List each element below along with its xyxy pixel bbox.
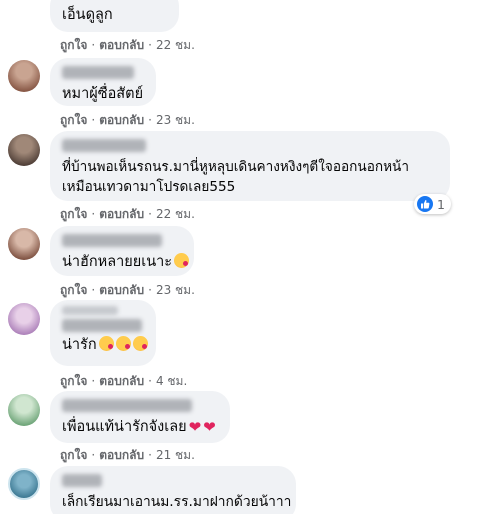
separator: · <box>148 113 152 127</box>
comment-text: เอ็นดูลูก <box>62 7 113 23</box>
separator: · <box>148 207 152 221</box>
kissing-face-icon <box>115 336 131 351</box>
comment-time[interactable]: 23 ชม. <box>156 113 195 127</box>
reaction-count[interactable]: 1 <box>414 194 451 214</box>
author-name[interactable] <box>62 306 118 315</box>
separator: · <box>148 283 152 297</box>
reply-button[interactable]: ตอบกลับ <box>99 113 144 127</box>
comment-text: เล็กเรียนมาเอานม.รร.มาฝากด้วยน้าาา <box>62 494 292 510</box>
comment-bubble: หมาผู้ซื่อสัตย์ <box>50 58 156 106</box>
comment-text-value: น่าฮักหลายยเนาะ <box>62 254 173 270</box>
comment-time[interactable]: 22 ชม. <box>156 207 195 221</box>
separator: · <box>91 38 96 52</box>
separator: · <box>148 448 152 462</box>
comment-bubble: ที่บ้านพอเห็นรถนร.มานี่หูหลุบเดินคางหงิง… <box>50 131 450 201</box>
comment-actions: ถูกใจ · ตอบกลับ · 23 ชม. <box>60 281 195 300</box>
comment-bubble: น่ารัก <box>50 300 156 366</box>
author-name[interactable] <box>62 66 134 79</box>
author-name[interactable] <box>62 234 162 247</box>
avatar[interactable] <box>8 228 40 260</box>
comment-time[interactable]: 4 ชม. <box>156 374 187 388</box>
comment-bubble: เล็กเรียนมาเอานม.รร.มาฝากด้วยน้าาา <box>50 466 296 514</box>
reply-button[interactable]: ตอบกลับ <box>99 283 144 297</box>
avatar[interactable] <box>8 60 40 92</box>
comment-text-value: น่ารัก <box>62 337 97 353</box>
avatar[interactable] <box>8 303 40 335</box>
author-name[interactable] <box>62 139 146 152</box>
comment-text-value: เพื่อนแท้น่ารักจังเลย <box>62 419 187 435</box>
separator: · <box>148 374 152 388</box>
comment-time[interactable]: 22 ชม. <box>156 38 195 52</box>
separator: · <box>91 207 96 221</box>
like-button[interactable]: ถูกใจ <box>60 207 87 221</box>
comment-text: ที่บ้านพอเห็นรถนร.มานี่หูหลุบเดินคางหงิง… <box>62 159 409 175</box>
comment-text: เหมือนเทวดามาโปรดเลย555 <box>62 179 236 195</box>
avatar[interactable] <box>8 394 40 426</box>
comment-time[interactable]: 23 ชม. <box>156 283 195 297</box>
separator: · <box>91 113 96 127</box>
separator: · <box>91 448 96 462</box>
reply-button[interactable]: ตอบกลับ <box>99 38 144 52</box>
separator: · <box>148 38 152 52</box>
kissing-face-icon <box>132 336 148 351</box>
like-button[interactable]: ถูกใจ <box>60 374 87 388</box>
comment-text: หมาผู้ซื่อสัตย์ <box>62 86 144 102</box>
comment-text: น่ารัก <box>62 335 148 355</box>
author-name[interactable] <box>62 399 192 412</box>
reply-button[interactable]: ตอบกลับ <box>99 448 144 462</box>
separator: · <box>91 374 96 388</box>
like-icon <box>417 196 433 212</box>
like-button[interactable]: ถูกใจ <box>60 283 87 297</box>
author-name-2 <box>62 319 142 332</box>
comment-actions: ถูกใจ · ตอบกลับ · 21 ชม. <box>60 446 195 465</box>
heart-icon: ❤ <box>188 418 202 436</box>
comment-actions: ถูกใจ · ตอบกลับ · 4 ชม. <box>60 372 187 391</box>
comment-actions: ถูกใจ · ตอบกลับ · 23 ชม. <box>60 111 195 130</box>
like-button[interactable]: ถูกใจ <box>60 38 87 52</box>
kissing-face-icon <box>174 253 190 268</box>
avatar[interactable] <box>8 134 40 166</box>
comment-actions: ถูกใจ · ตอบกลับ · 22 ชม. <box>60 205 195 224</box>
like-button[interactable]: ถูกใจ <box>60 113 87 127</box>
separator: · <box>91 283 96 297</box>
comment-bubble: เพื่อนแท้น่ารักจังเลย ❤ ❤ <box>50 391 230 443</box>
heart-icon: ❤ <box>203 418 216 436</box>
comment-text: เพื่อนแท้น่ารักจังเลย ❤ ❤ <box>62 417 218 437</box>
comment-actions: ถูกใจ · ตอบกลับ · 22 ชม. <box>60 36 195 55</box>
author-name[interactable] <box>62 474 102 487</box>
comment-bubble: น่าฮักหลายยเนาะ <box>50 226 194 276</box>
kissing-face-icon <box>98 336 114 351</box>
comment-time[interactable]: 21 ชม. <box>156 448 195 462</box>
reply-button[interactable]: ตอบกลับ <box>99 374 144 388</box>
comment-bubble: เอ็นดูลูก <box>50 0 179 32</box>
reply-button[interactable]: ตอบกลับ <box>99 207 144 221</box>
reaction-count-value: 1 <box>437 196 445 212</box>
comment-text: น่าฮักหลายยเนาะ <box>62 252 190 272</box>
like-button[interactable]: ถูกใจ <box>60 448 87 462</box>
avatar[interactable] <box>8 468 40 500</box>
